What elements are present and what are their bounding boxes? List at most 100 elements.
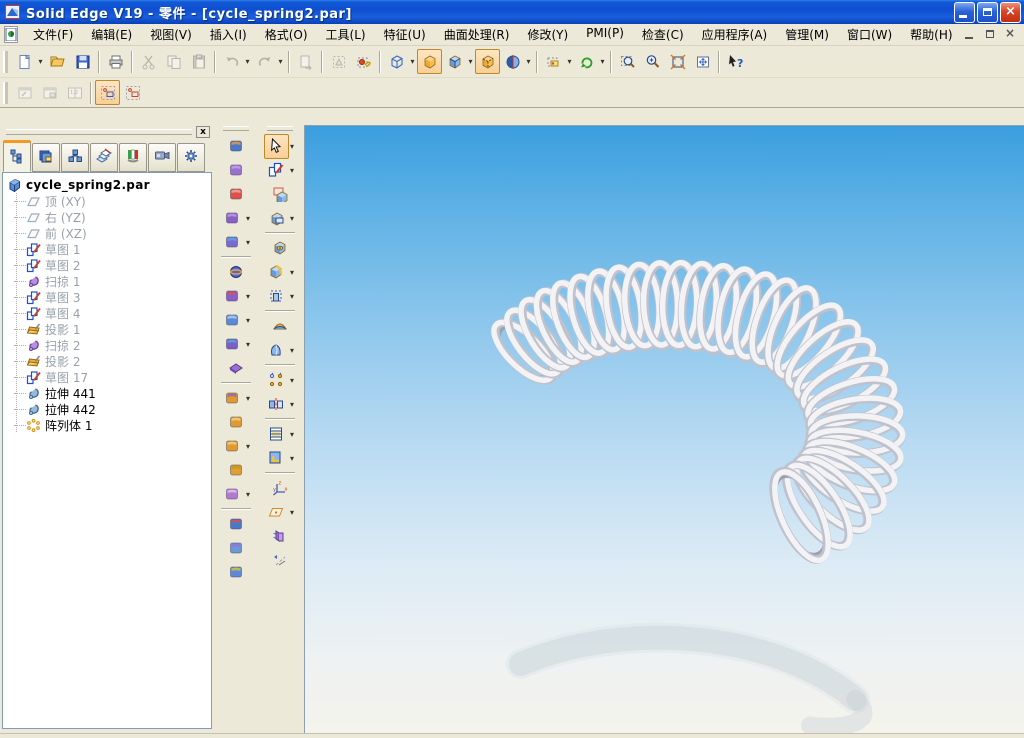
- redo-button[interactable]: [252, 49, 277, 74]
- keypoint-curve-button[interactable]: [224, 410, 249, 435]
- toolbar-grip[interactable]: [223, 126, 249, 131]
- view-render-dropdown-arrow[interactable]: ▾: [524, 57, 533, 66]
- round-dropdown-arrow[interactable]: ▾: [288, 268, 297, 277]
- curve-by-table-dropdown-arrow[interactable]: ▾: [244, 442, 253, 451]
- thicken-button[interactable]: [224, 356, 249, 381]
- edgebar-tab-sensors[interactable]: [119, 143, 147, 172]
- menu-13[interactable]: 管理(M): [776, 24, 838, 46]
- zoom-area-button[interactable]: [615, 49, 640, 74]
- common-views-dropdown-arrow[interactable]: ▾: [565, 57, 574, 66]
- sketch-button[interactable]: [264, 158, 289, 183]
- intersection-curve-button[interactable]: [220, 386, 245, 411]
- tree-item[interactable]: 草图 1: [7, 241, 211, 257]
- insert-part-copy-button[interactable]: [351, 49, 376, 74]
- edgebar-tab-family-of-parts[interactable]: [61, 143, 89, 172]
- new-button[interactable]: [12, 49, 37, 74]
- menu-9[interactable]: 修改(Y): [518, 24, 577, 46]
- window-layout-button[interactable]: [37, 80, 62, 105]
- edgebar-grip[interactable]: [6, 128, 192, 135]
- update-links-button[interactable]: [293, 49, 318, 74]
- toolbar-grip[interactable]: [267, 126, 293, 131]
- zoom-button[interactable]: [640, 49, 665, 74]
- close-button[interactable]: ×: [1000, 1, 1021, 23]
- fit-button[interactable]: [665, 49, 690, 74]
- hide-sketch-display-button[interactable]: [120, 80, 145, 105]
- mdi-restore-button[interactable]: [982, 27, 999, 42]
- view-wireframe-dropdown-arrow[interactable]: ▾: [408, 57, 417, 66]
- tree-item[interactable]: 右 (YZ): [7, 209, 211, 225]
- tree-item[interactable]: 草图 2: [7, 257, 211, 273]
- offset-surface-button[interactable]: [220, 230, 245, 255]
- menu-7[interactable]: 特征(U): [375, 24, 435, 46]
- minimize-button[interactable]: [954, 1, 975, 23]
- menu-4[interactable]: 插入(I): [201, 24, 256, 46]
- copy-button[interactable]: [161, 49, 186, 74]
- view-render-button[interactable]: [500, 49, 525, 74]
- menu-2[interactable]: 编辑(E): [82, 24, 141, 46]
- trim-surface-dropdown-arrow[interactable]: ▾: [244, 292, 253, 301]
- toolbar-grip[interactable]: [3, 50, 8, 73]
- document-icon[interactable]: [4, 26, 18, 43]
- new-dropdown-arrow[interactable]: ▾: [36, 57, 45, 66]
- previous-window-button[interactable]: [12, 80, 37, 105]
- tree-root-item[interactable]: cycle_spring2.par: [7, 177, 211, 193]
- tree-item[interactable]: 草图 17: [7, 369, 211, 385]
- select-tool-button[interactable]: [263, 133, 289, 159]
- edgebar-tab-feature-playback[interactable]: [148, 143, 176, 172]
- thin-wall-button[interactable]: [264, 284, 289, 309]
- split-curve-button[interactable]: [220, 482, 245, 507]
- intersection-curve-dropdown-arrow[interactable]: ▾: [244, 394, 253, 403]
- edgebar-tab-engineering-reference[interactable]: [177, 143, 205, 172]
- rotate-view-button[interactable]: [574, 49, 599, 74]
- mdi-minimize-button[interactable]: [962, 27, 979, 42]
- menu-8[interactable]: 曲面处理(R): [435, 24, 519, 46]
- protrusion-button[interactable]: [268, 182, 293, 207]
- menu-12[interactable]: 应用程序(A): [693, 24, 777, 46]
- tree-item[interactable]: 扫掠 1: [7, 273, 211, 289]
- menu-14[interactable]: 窗口(W): [838, 24, 901, 46]
- paste-button[interactable]: [186, 49, 211, 74]
- edgebar-tab-pathfinder[interactable]: [3, 140, 31, 172]
- print-button[interactable]: [103, 49, 128, 74]
- menu-3[interactable]: 视图(V): [141, 24, 201, 46]
- view-shaded-button[interactable]: [417, 49, 442, 74]
- round-surface-dropdown-arrow[interactable]: ▾: [244, 316, 253, 325]
- restore-button[interactable]: [977, 1, 998, 23]
- curve-by-table-button[interactable]: [220, 434, 245, 459]
- split-curve-dropdown-arrow[interactable]: ▾: [244, 490, 253, 499]
- pattern-button[interactable]: [264, 368, 289, 393]
- revolved-surface-button[interactable]: [224, 260, 249, 285]
- insert-part-copy2-button[interactable]: [224, 512, 249, 537]
- material-table-button[interactable]: [264, 446, 289, 471]
- round-button[interactable]: [264, 260, 289, 285]
- bluedot-button[interactable]: [224, 182, 249, 207]
- tree-item[interactable]: 扫掠 2: [7, 337, 211, 353]
- part-family-dropdown-arrow[interactable]: ▾: [288, 430, 297, 439]
- mirror-copy-button[interactable]: [264, 392, 289, 417]
- menu-10[interactable]: PMI(P): [577, 24, 633, 46]
- help-pointer-button[interactable]: ?: [723, 49, 748, 74]
- cutout-dropdown-arrow[interactable]: ▾: [288, 214, 297, 223]
- sketch-axis-button[interactable]: [268, 548, 293, 573]
- thin-wall-dropdown-arrow[interactable]: ▾: [288, 292, 297, 301]
- round-surface-button[interactable]: [220, 308, 245, 333]
- construction-model-button[interactable]: [224, 536, 249, 561]
- offset-surface-dropdown-arrow[interactable]: ▾: [244, 238, 253, 247]
- extruded-surface-button[interactable]: [224, 134, 249, 159]
- hole-button[interactable]: [268, 236, 293, 261]
- common-views-button[interactable]: [541, 49, 566, 74]
- toolbar-grip[interactable]: [3, 81, 8, 104]
- cutout-button[interactable]: [264, 206, 289, 231]
- tree-item[interactable]: 顶 (XY): [7, 193, 211, 209]
- menu-15[interactable]: 帮助(H): [901, 24, 961, 46]
- undo-dropdown-arrow[interactable]: ▾: [243, 57, 252, 66]
- pan-button[interactable]: [690, 49, 715, 74]
- trim-surface-button[interactable]: [220, 284, 245, 309]
- menu-11[interactable]: 检查(C): [633, 24, 693, 46]
- tree-item[interactable]: 草图 4: [7, 305, 211, 321]
- tree-item[interactable]: 草图 3: [7, 289, 211, 305]
- mdi-close-button[interactable]: ×: [1002, 26, 1019, 42]
- reference-plane-dropdown-arrow[interactable]: ▾: [288, 508, 297, 517]
- sketch-dropdown-arrow[interactable]: ▾: [288, 166, 297, 175]
- copy-surface-dropdown-arrow[interactable]: ▾: [244, 340, 253, 349]
